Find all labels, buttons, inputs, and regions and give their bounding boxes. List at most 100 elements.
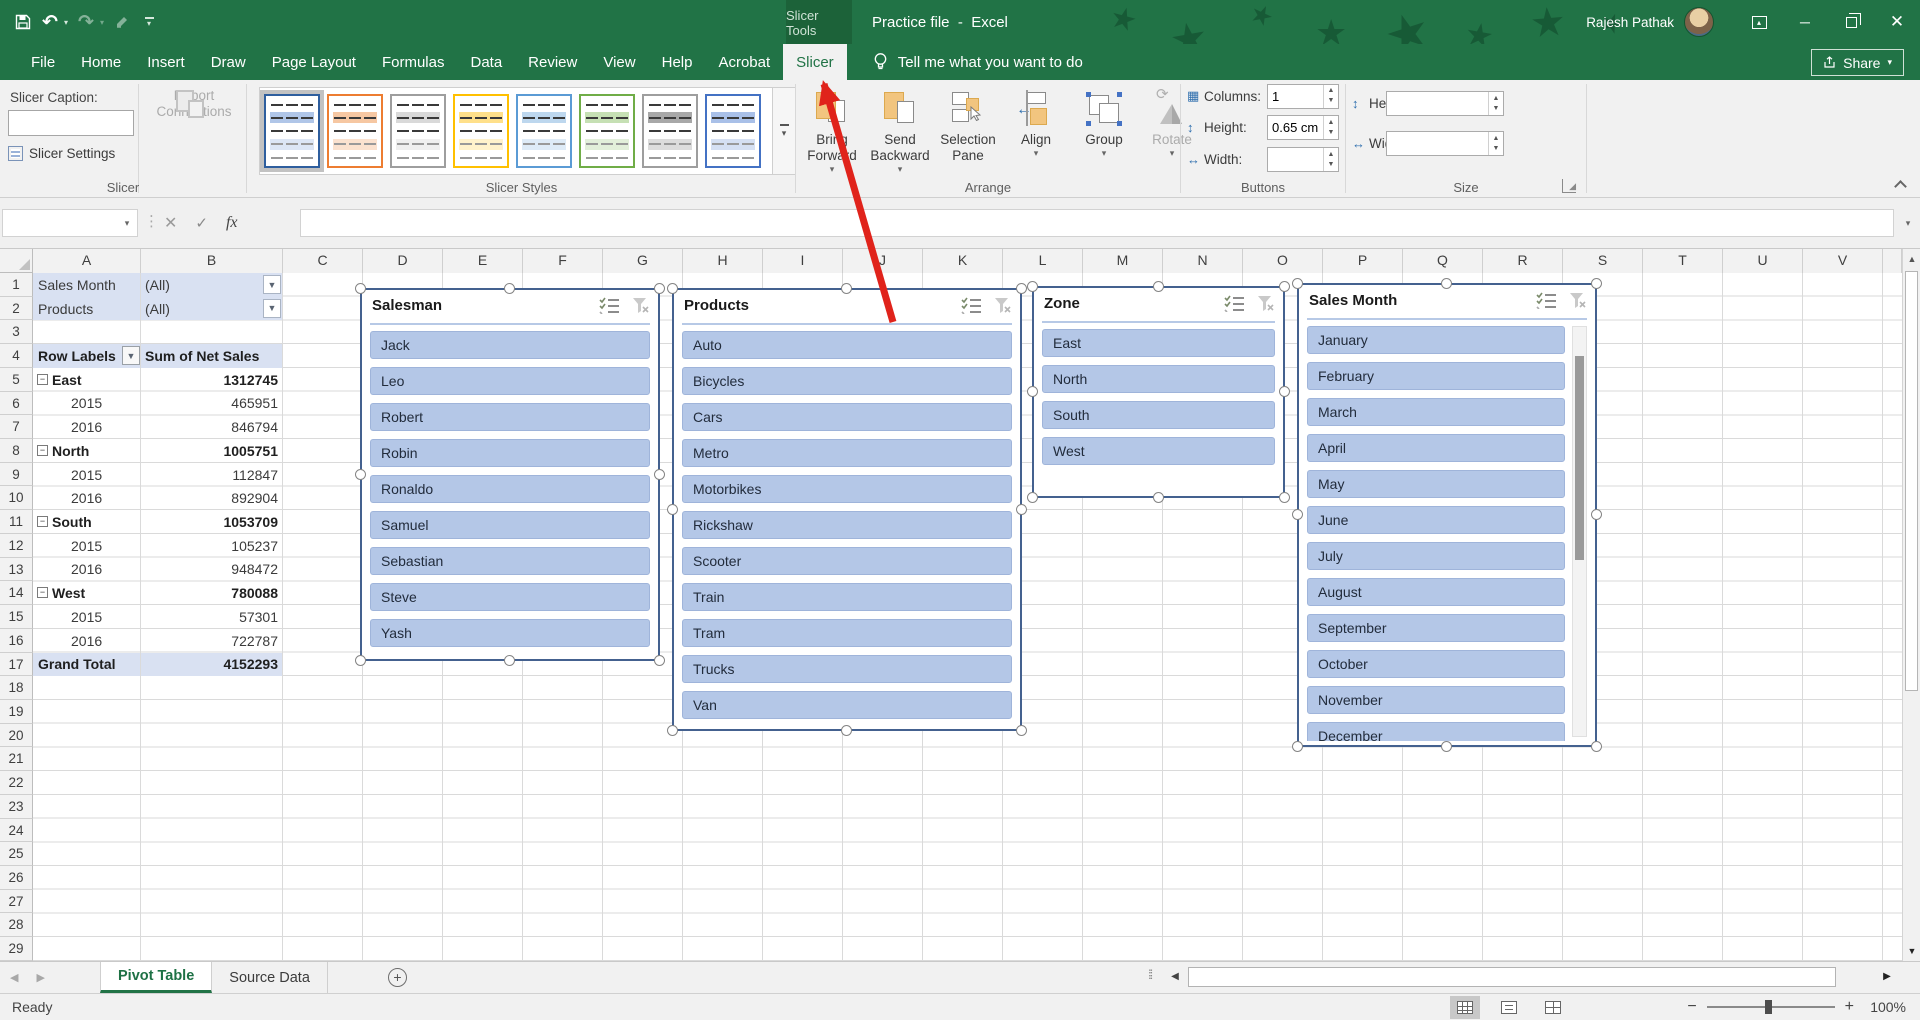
row-header-17[interactable]: 17	[0, 653, 33, 677]
column-header-T[interactable]: T	[1643, 249, 1723, 273]
sheet-tab-pivot-table[interactable]: Pivot Table	[100, 962, 212, 993]
page-layout-view-button[interactable]	[1494, 996, 1524, 1019]
save-icon[interactable]	[14, 13, 32, 31]
enter-entry-icon[interactable]: ✓	[195, 214, 208, 232]
column-header-B[interactable]: B	[141, 249, 283, 273]
ribbon-tab-slicer[interactable]: Slicer	[783, 44, 847, 80]
slicer-style-light-5[interactable]	[516, 94, 572, 168]
row-header-2[interactable]: 2	[0, 297, 33, 321]
selection-handle-ne[interactable]	[1016, 283, 1027, 294]
slicer-item-august[interactable]: August	[1307, 578, 1565, 606]
format-painter-icon[interactable]	[113, 13, 131, 31]
selection-handle-nw[interactable]	[1027, 281, 1038, 292]
selection-handle-s[interactable]	[1153, 492, 1164, 503]
report-connections-button[interactable]: Report Connections	[148, 88, 240, 120]
name-box-dropdown-icon[interactable]: ▾	[117, 218, 137, 229]
row-header-22[interactable]: 22	[0, 771, 33, 795]
selection-handle-nw[interactable]	[355, 283, 366, 294]
selection-handle-nw[interactable]	[667, 283, 678, 294]
multi-select-icon[interactable]	[961, 297, 982, 317]
slicer-style-light-1[interactable]	[264, 94, 320, 168]
slicer-item-motorbikes[interactable]: Motorbikes	[682, 475, 1012, 503]
slicer-item-march[interactable]: March	[1307, 398, 1565, 426]
spinner-icon[interactable]: ▲▼	[1488, 92, 1503, 115]
selection-handle-e[interactable]	[654, 469, 665, 480]
selection-handle-s[interactable]	[504, 655, 515, 666]
previous-sheet-icon[interactable]: ◀	[10, 971, 18, 984]
slicer-item-rickshaw[interactable]: Rickshaw	[682, 511, 1012, 539]
row-header-23[interactable]: 23	[0, 795, 33, 819]
zoom-out-button[interactable]: −	[1687, 998, 1696, 1016]
slicer-style-light-4[interactable]	[453, 94, 509, 168]
size-width--input[interactable]	[1387, 132, 1488, 155]
slicer-products[interactable]: ProductsAutoBicyclesCarsMetroMotorbikesR…	[672, 288, 1022, 731]
slicer-style-light-6[interactable]	[579, 94, 635, 168]
row-header-5[interactable]: 5	[0, 368, 33, 392]
ribbon-display-options-button[interactable]	[1736, 0, 1782, 44]
slicer-item-cars[interactable]: Cars	[682, 403, 1012, 431]
collapse-icon[interactable]: −	[37, 587, 48, 598]
slicer-style-light-3[interactable]	[390, 94, 446, 168]
selection-handle-w[interactable]	[667, 504, 678, 515]
row-header-8[interactable]: 8	[0, 439, 33, 463]
slicer-item-east[interactable]: East	[1042, 329, 1275, 357]
row-header-16[interactable]: 16	[0, 629, 33, 653]
ribbon-tab-help[interactable]: Help	[649, 44, 706, 80]
multi-select-icon[interactable]	[1224, 295, 1245, 315]
buttons-columns--input[interactable]	[1268, 85, 1323, 108]
spinner-icon[interactable]: ▲▼	[1323, 85, 1338, 108]
slicer-item-west[interactable]: West	[1042, 437, 1275, 465]
column-header-E[interactable]: E	[443, 249, 523, 273]
collapse-ribbon-icon[interactable]	[1894, 181, 1906, 189]
row-header-6[interactable]: 6	[0, 392, 33, 416]
group-button[interactable]: Group ▾	[1074, 86, 1134, 175]
slicer-item-december[interactable]: December	[1307, 722, 1565, 741]
ribbon-tab-draw[interactable]: Draw	[198, 44, 259, 80]
selection-handle-n[interactable]	[504, 283, 515, 294]
zoom-in-button[interactable]: +	[1845, 998, 1854, 1016]
spinner-icon[interactable]: ▲▼	[1323, 116, 1338, 139]
selection-handle-sw[interactable]	[667, 725, 678, 736]
sheet-tab-source-data[interactable]: Source Data	[212, 962, 328, 993]
row-header-12[interactable]: 12	[0, 534, 33, 558]
selection-handle-n[interactable]	[841, 283, 852, 294]
slicer-item-april[interactable]: April	[1307, 434, 1565, 462]
name-box[interactable]: ▾	[2, 209, 138, 237]
selection-handle-w[interactable]	[1027, 386, 1038, 397]
clear-filter-icon[interactable]	[1569, 292, 1587, 312]
collapse-icon[interactable]: −	[37, 445, 48, 456]
column-header-P[interactable]: P	[1323, 249, 1403, 273]
row-header-3[interactable]: 3	[0, 320, 33, 344]
selection-handle-e[interactable]	[1279, 386, 1290, 397]
selection-handle-ne[interactable]	[1591, 278, 1602, 289]
slicer-zone[interactable]: ZoneEastNorthSouthWest	[1032, 286, 1285, 498]
slicer-style-other-2[interactable]	[705, 94, 761, 168]
redo-dropdown-icon[interactable]: ▾	[100, 18, 104, 27]
slicer-item-auto[interactable]: Auto	[682, 331, 1012, 359]
ribbon-tab-data[interactable]: Data	[457, 44, 515, 80]
row-header-4[interactable]: 4	[0, 344, 33, 368]
column-header-V[interactable]: V	[1803, 249, 1883, 273]
customize-qat-icon[interactable]: ▾	[140, 13, 158, 31]
slicer-item-scooter[interactable]: Scooter	[682, 547, 1012, 575]
zoom-slider-thumb[interactable]	[1765, 1000, 1772, 1014]
slicer-style-other-1[interactable]	[642, 94, 698, 168]
row-header-13[interactable]: 13	[0, 558, 33, 582]
row-header-20[interactable]: 20	[0, 724, 33, 748]
slicer-item-jack[interactable]: Jack	[370, 331, 650, 359]
zoom-slider[interactable]	[1707, 1006, 1835, 1008]
vertical-scroll-thumb[interactable]	[1905, 271, 1918, 691]
selection-handle-se[interactable]	[1591, 741, 1602, 752]
slicer-item-may[interactable]: May	[1307, 470, 1565, 498]
slicer-item-june[interactable]: June	[1307, 506, 1565, 534]
column-header-C[interactable]: C	[283, 249, 363, 273]
slicer-item-robin[interactable]: Robin	[370, 439, 650, 467]
slicer-item-october[interactable]: October	[1307, 650, 1565, 678]
slicer-item-tram[interactable]: Tram	[682, 619, 1012, 647]
signed-in-user[interactable]: Rajesh Pathak	[1586, 15, 1674, 30]
slicer-item-january[interactable]: January	[1307, 326, 1565, 354]
slicer-item-metro[interactable]: Metro	[682, 439, 1012, 467]
column-header-J[interactable]: J	[843, 249, 923, 273]
bring-forward-button[interactable]: Bring Forward ▾	[802, 86, 862, 175]
size-height--input[interactable]	[1387, 92, 1488, 115]
